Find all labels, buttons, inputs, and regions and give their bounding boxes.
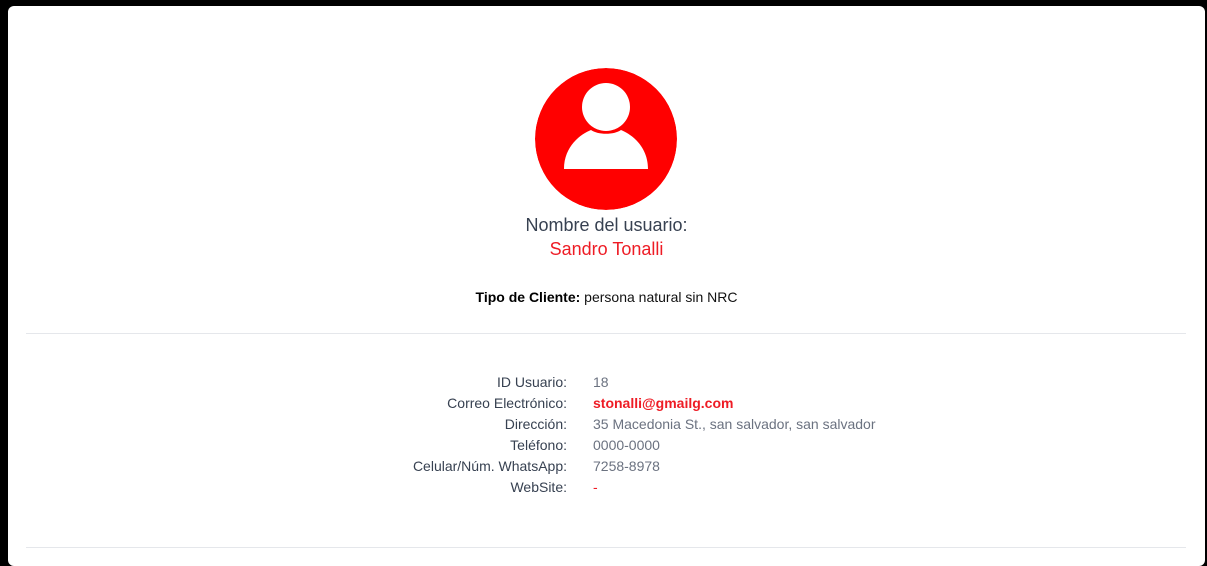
- user-details: ID Usuario: 18 Correo Electrónico: stona…: [8, 372, 1205, 498]
- detail-row-address: Dirección: 35 Macedonia St., san salvado…: [8, 414, 1205, 435]
- detail-label: Correo Electrónico:: [447, 395, 567, 411]
- avatar: [535, 68, 677, 210]
- detail-label: Dirección:: [504, 416, 567, 432]
- detail-row-id: ID Usuario: 18: [8, 372, 1205, 393]
- detail-label: Teléfono:: [510, 437, 567, 453]
- detail-row-website: WebSite: -: [8, 477, 1205, 498]
- client-type: Tipo de Cliente: persona natural sin NRC: [8, 288, 1205, 306]
- detail-value-address: 35 Macedonia St., san salvador, san salv…: [593, 416, 876, 432]
- detail-row-email: Correo Electrónico: stonalli@gmailg.com: [8, 393, 1205, 414]
- user-name: Sandro Tonalli: [549, 239, 664, 259]
- client-type-label: Tipo de Cliente:: [475, 289, 581, 305]
- user-name-label: Nombre del usuario:: [525, 215, 688, 235]
- website-link[interactable]: -: [593, 477, 598, 498]
- section-divider: [26, 547, 1186, 548]
- user-profile-card: Nombre del usuario: Sandro Tonalli Tipo …: [8, 6, 1205, 566]
- detail-row-phone: Teléfono: 0000-0000: [8, 435, 1205, 456]
- email-link[interactable]: stonalli@gmailg.com: [593, 393, 733, 414]
- detail-value-phone: 0000-0000: [593, 437, 660, 453]
- detail-label: Celular/Núm. WhatsApp:: [412, 458, 567, 474]
- user-icon: [535, 68, 677, 210]
- client-type-value: persona natural sin NRC: [584, 289, 738, 305]
- section-divider: [26, 333, 1186, 334]
- detail-value-mobile: 7258-8978: [593, 458, 660, 474]
- detail-label: WebSite:: [510, 479, 567, 495]
- detail-label: ID Usuario:: [496, 374, 567, 390]
- detail-value-id: 18: [593, 374, 609, 390]
- detail-row-mobile: Celular/Núm. WhatsApp: 7258-8978: [8, 456, 1205, 477]
